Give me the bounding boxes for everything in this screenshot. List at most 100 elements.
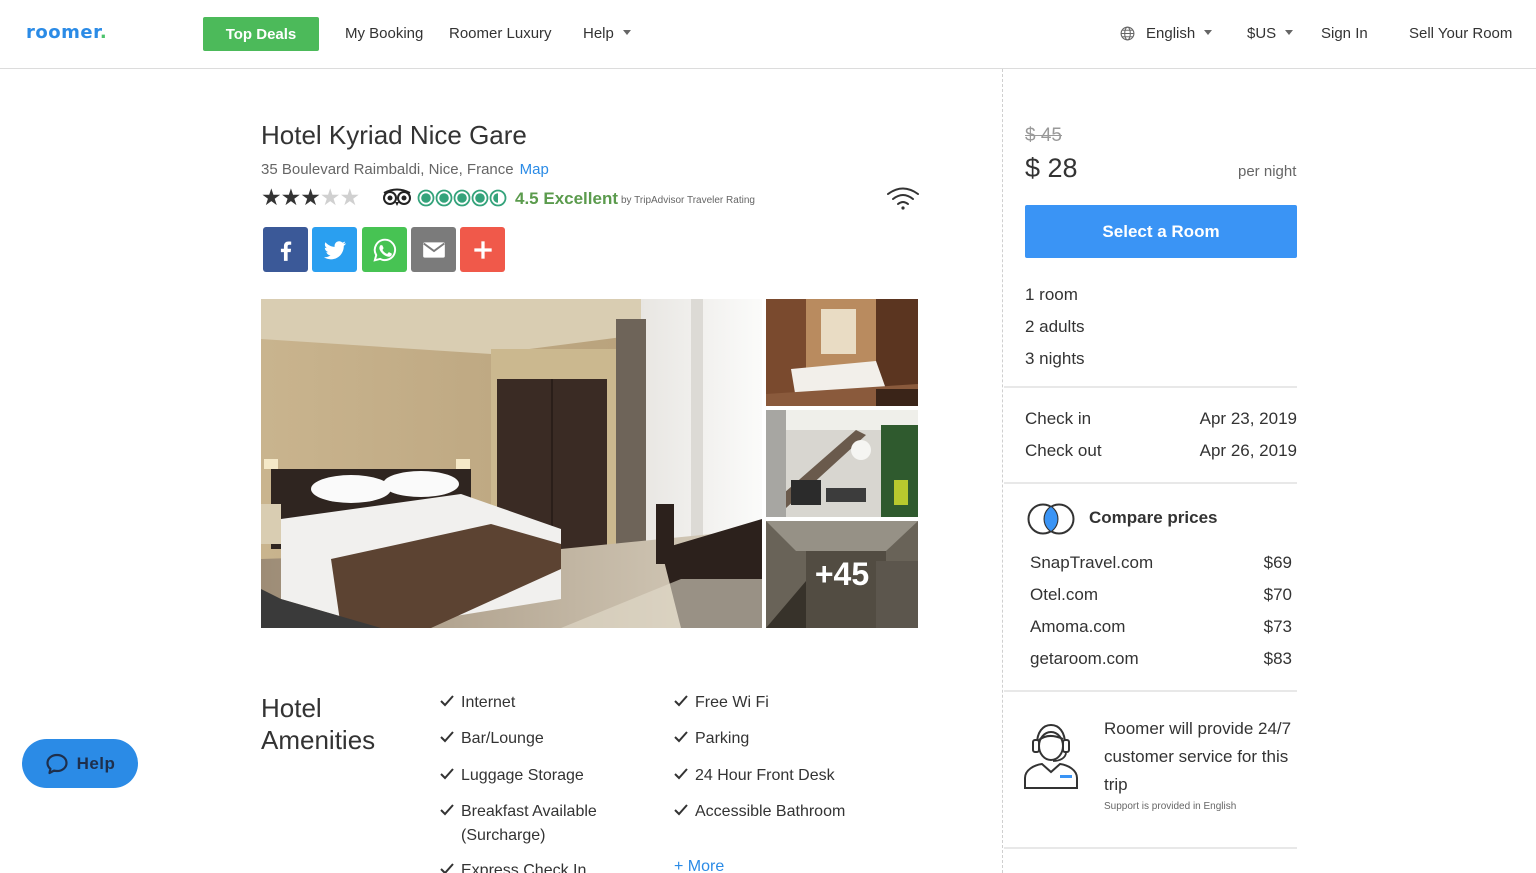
rating-bubble-full [421, 193, 431, 203]
chevron-down-icon [622, 30, 631, 35]
customer-service-agent-icon [1024, 723, 1078, 789]
globe-icon [1120, 26, 1135, 41]
nav-roomer-luxury[interactable]: Roomer Luxury [449, 25, 552, 42]
facebook-share-button[interactable] [263, 227, 308, 272]
nav-my-booking[interactable]: My Booking [345, 25, 423, 42]
more-amenities-link[interactable]: + More [674, 858, 724, 873]
star-empty-icon: ★ [319, 184, 341, 210]
check-icon [674, 768, 688, 780]
nights-count: 3 nights [1025, 349, 1085, 368]
compare-price: $70 [1263, 585, 1292, 604]
plus-icon [473, 240, 492, 259]
amenity-parking: Parking [674, 727, 749, 751]
twitter-icon [323, 240, 346, 259]
roomer-logo[interactable]: roomer. [26, 22, 107, 43]
star-filled-icon: ★ [261, 184, 282, 210]
amenity-breakfast: Breakfast Available [440, 800, 597, 824]
tripadvisor-bubble-rating [417, 189, 507, 207]
twitter-share-button[interactable] [312, 227, 357, 272]
rating-bubble-full [457, 193, 467, 203]
chat-bubble-icon [45, 753, 68, 774]
divider [1004, 482, 1297, 484]
star-empty-icon: ★ [339, 184, 361, 210]
star-rating: ★★★★★ [261, 184, 361, 211]
currency-dropdown[interactable]: $US [1247, 25, 1294, 42]
hotel-lobby-image [766, 410, 918, 517]
hotel-bedroom-image [766, 299, 918, 406]
check-icon [674, 804, 688, 816]
facebook-icon [280, 241, 291, 261]
current-price: $ 28 [1025, 153, 1078, 183]
amenity-breakfast-note: (Surcharge) [461, 827, 546, 844]
check-out-label: Check out [1025, 441, 1102, 460]
hotel-photo-thumb-1[interactable] [766, 299, 918, 406]
rating-bubble-full [439, 193, 449, 203]
map-link[interactable]: Map [520, 161, 549, 178]
rooms-count: 1 room [1025, 285, 1078, 304]
compare-site[interactable]: Otel.com [1030, 585, 1098, 605]
envelope-icon [422, 241, 445, 258]
check-icon [674, 731, 688, 743]
compare-circles-icon [1027, 503, 1075, 535]
more-share-button[interactable] [460, 227, 505, 272]
whatsapp-share-button[interactable] [362, 227, 407, 272]
amenities-title: Hotel Amenities [261, 693, 376, 755]
hotel-photo-thumb-more[interactable]: +45 [766, 521, 918, 628]
support-message: Roomer will provide 24/7 customer servic… [1104, 719, 1292, 794]
top-deals-button[interactable]: Top Deals [203, 17, 319, 51]
sell-your-room-link[interactable]: Sell Your Room [1409, 25, 1512, 42]
check-icon [440, 768, 454, 780]
top-header: roomer. Top Deals My Booking Roomer Luxu… [0, 0, 1536, 69]
amenity-bar-lounge: Bar/Lounge [440, 727, 544, 751]
nav-help-dropdown[interactable]: Help [583, 25, 631, 42]
compare-prices-title: Compare prices [1089, 508, 1218, 527]
divider [1004, 690, 1297, 692]
rating-label: 4.5 Excellent [515, 189, 619, 208]
check-icon [440, 695, 454, 707]
main-hotel-photo[interactable] [261, 299, 762, 628]
original-price: $ 45 [1025, 125, 1062, 146]
amenity-accessible-bathroom: Accessible Bathroom [674, 800, 845, 824]
check-in-date: Apr 23, 2019 [1199, 409, 1297, 428]
chevron-down-icon [1204, 30, 1213, 35]
check-in-label: Check in [1025, 409, 1092, 428]
amenity-luggage-storage: Luggage Storage [440, 764, 584, 788]
whatsapp-icon [372, 238, 396, 262]
check-out-date: Apr 26, 2019 [1199, 441, 1297, 460]
column-divider [1002, 69, 1003, 873]
language-dropdown[interactable]: English [1146, 25, 1213, 42]
chevron-down-icon [1285, 30, 1294, 35]
compare-site[interactable]: Amoma.com [1030, 617, 1125, 637]
hotel-title: Hotel Kyriad Nice Gare [261, 120, 527, 150]
sign-in-link[interactable]: Sign In [1321, 25, 1368, 42]
star-filled-icon: ★ [300, 184, 321, 210]
hotel-room-image [261, 299, 762, 628]
divider [1004, 847, 1297, 849]
rating-source: by TripAdvisor Traveler Rating [621, 195, 755, 206]
adults-count: 2 adults [1025, 317, 1085, 336]
compare-price: $83 [1263, 649, 1292, 668]
check-icon [440, 863, 454, 873]
rating-bubble-half [493, 193, 498, 203]
per-night-label: per night [1238, 163, 1297, 180]
compare-site[interactable]: getaroom.com [1030, 649, 1139, 669]
check-icon [440, 731, 454, 743]
amenity-express-check-in: Express Check In [440, 859, 586, 873]
hotel-address: 35 Boulevard Raimbaldi, Nice, France Map [261, 161, 549, 178]
amenity-free-wifi: Free Wi Fi [674, 691, 769, 715]
compare-price: $69 [1263, 553, 1292, 572]
divider [1004, 386, 1297, 388]
more-photos-count: +45 [814, 556, 870, 592]
check-icon [440, 804, 454, 816]
compare-site[interactable]: SnapTravel.com [1030, 553, 1153, 573]
email-share-button[interactable] [411, 227, 456, 272]
help-chat-button[interactable]: Help [22, 739, 138, 788]
rating-bubble-full [475, 193, 485, 203]
support-language-note: Support is provided in English [1104, 801, 1237, 812]
hotel-photo-thumb-2[interactable] [766, 410, 918, 517]
tripadvisor-owl-icon [383, 188, 411, 206]
star-filled-icon: ★ [280, 184, 302, 210]
select-room-button[interactable]: Select a Room [1025, 205, 1297, 258]
wifi-icon [887, 187, 919, 210]
compare-price: $73 [1263, 617, 1292, 636]
